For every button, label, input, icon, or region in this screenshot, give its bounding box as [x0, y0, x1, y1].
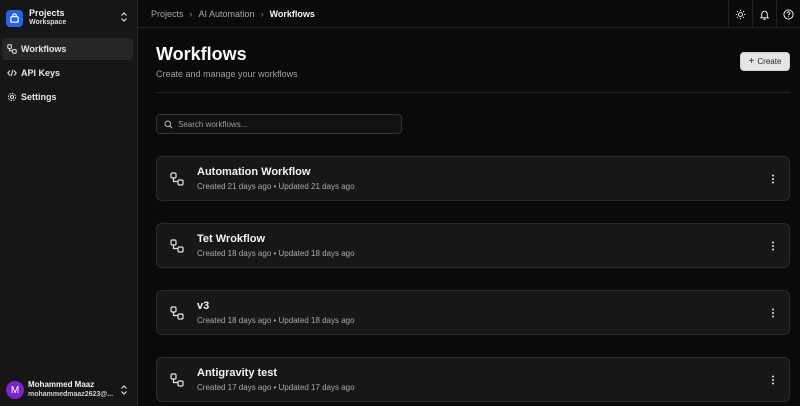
sidebar-item-label: Workflows [21, 44, 67, 54]
more-options-button[interactable] [768, 171, 778, 187]
workspace-logo-icon [6, 9, 23, 27]
workflow-icon [170, 239, 184, 253]
breadcrumb-current: Workflows [269, 8, 315, 19]
workflow-name: Automation Workflow [197, 166, 311, 178]
breadcrumb-projects[interactable]: Projects [151, 9, 184, 19]
sidebar-item-workflows[interactable]: Workflows [2, 38, 133, 60]
more-options-button[interactable] [768, 305, 778, 321]
workflow-card[interactable]: Antigravity test Created 17 days ago • U… [156, 357, 790, 402]
workflow-name: Antigravity test [197, 367, 278, 379]
user-email: mohammedmaaz2623@... [28, 391, 114, 398]
sidebar-item-api-keys[interactable]: API Keys [2, 62, 133, 84]
workflow-icon [170, 306, 184, 320]
workflow-icon [7, 44, 17, 54]
page-title: Workflows [156, 44, 247, 64]
chevron-up-down-icon [121, 12, 127, 22]
sidebar-item-label: Settings [21, 92, 57, 102]
user-name: Mohammed Maaz [28, 380, 95, 389]
workspace-name: Projects [29, 8, 65, 18]
theme-toggle-button[interactable] [728, 0, 752, 28]
search-icon [164, 119, 173, 128]
sun-icon [735, 9, 746, 19]
code-icon [7, 68, 17, 78]
more-vertical-icon [772, 308, 774, 318]
sidebar-item-settings[interactable]: Settings [2, 86, 133, 108]
workflow-icon [170, 373, 184, 387]
workflow-meta: Created 21 days ago • Updated 21 days ag… [197, 182, 355, 191]
breadcrumb-separator-icon: › [260, 8, 264, 19]
plus-icon: + [748, 56, 755, 67]
breadcrumb-ai-automation[interactable]: AI Automation [199, 9, 255, 19]
divider [156, 92, 790, 93]
create-workflow-button[interactable]: + Create [740, 52, 790, 71]
more-vertical-icon [772, 174, 774, 184]
search-input[interactable] [178, 119, 378, 129]
search-box[interactable] [156, 114, 402, 134]
workflow-list: Automation Workflow Created 21 days ago … [156, 156, 790, 406]
workflow-card[interactable]: Tet Wrokflow Created 18 days ago • Updat… [156, 223, 790, 268]
more-options-button[interactable] [768, 372, 778, 388]
workflow-card[interactable]: v3 Created 18 days ago • Updated 18 days… [156, 290, 790, 335]
help-button[interactable] [776, 0, 800, 28]
workflow-card[interactable]: Automation Workflow Created 21 days ago … [156, 156, 790, 201]
page-subtitle: Create and manage your workflows [156, 69, 298, 79]
sidebar-nav: Workflows API Keys Settings [2, 38, 133, 110]
workflow-name: Tet Wrokflow [197, 233, 266, 245]
user-menu[interactable]: M Mohammed Maaz mohammedmaaz2623@... [6, 379, 132, 401]
gear-icon [7, 92, 17, 102]
help-icon [783, 8, 794, 20]
breadcrumb: Projects › AI Automation › Workflows [151, 9, 315, 19]
main-content: Workflows Create and manage your workflo… [156, 28, 790, 406]
sidebar: Projects Workspace Workflows API Keys Se… [0, 0, 138, 406]
chevron-up-down-icon [121, 385, 127, 395]
workflow-meta: Created 17 days ago • Updated 17 days ag… [197, 383, 355, 392]
avatar: M [6, 381, 24, 399]
top-bar: Projects › AI Automation › Workflows [138, 0, 800, 28]
workflow-meta: Created 18 days ago • Updated 18 days ag… [197, 249, 355, 258]
bell-icon [759, 10, 770, 20]
sidebar-item-label: API Keys [21, 68, 61, 78]
more-vertical-icon [772, 241, 774, 251]
workspace-switcher[interactable]: Projects Workspace [6, 6, 132, 30]
workflow-name: v3 [197, 300, 210, 312]
create-button-label: Create [757, 57, 782, 66]
notifications-button[interactable] [752, 0, 776, 28]
workflow-meta: Created 18 days ago • Updated 18 days ag… [197, 316, 355, 325]
breadcrumb-separator-icon: › [189, 8, 193, 19]
more-options-button[interactable] [768, 238, 778, 254]
more-vertical-icon [772, 375, 774, 385]
workflow-icon [170, 172, 184, 186]
workspace-subtitle: Workspace [29, 19, 67, 26]
